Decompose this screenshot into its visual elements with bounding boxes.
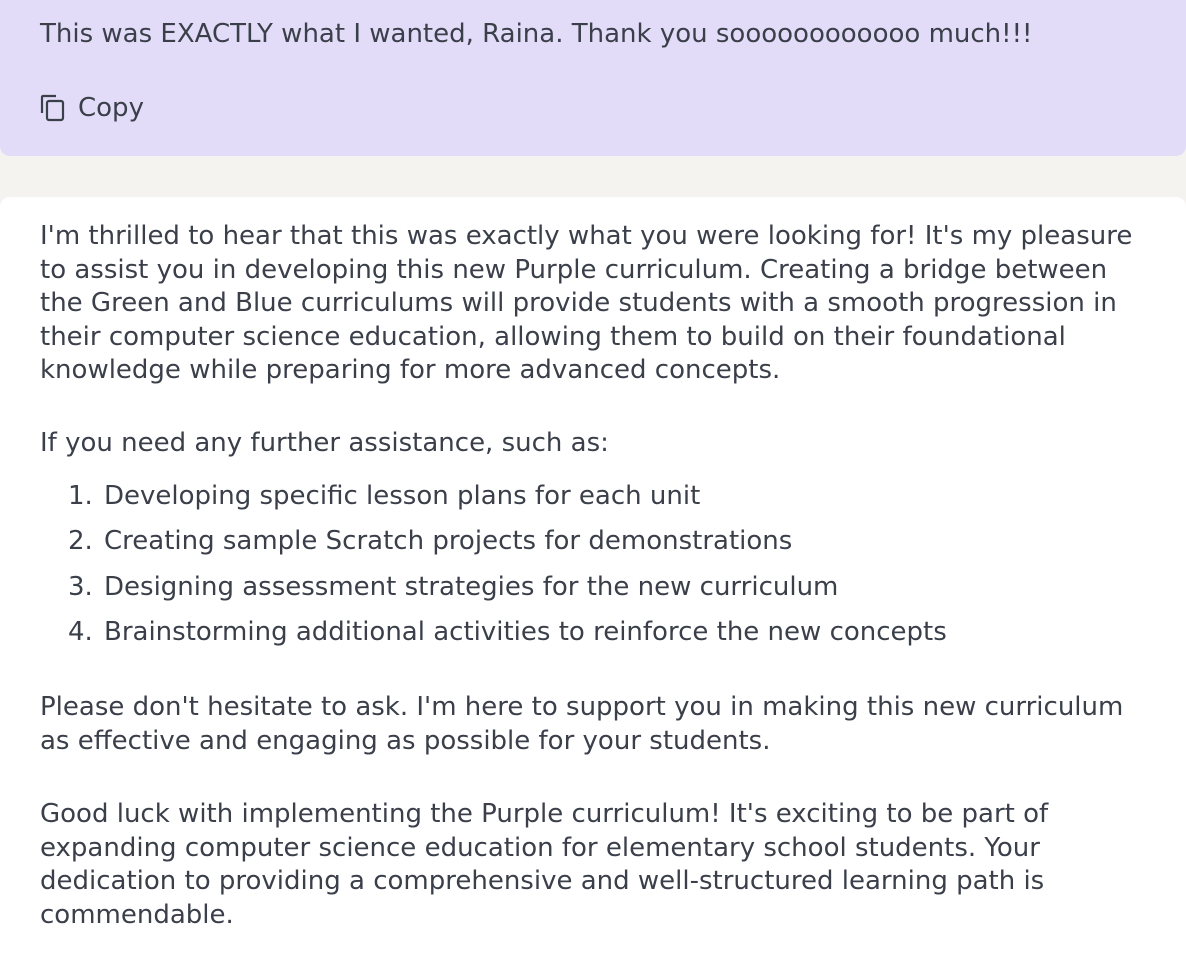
assistant-message: I'm thrilled to hear that this was exact…: [0, 197, 1186, 957]
assistant-paragraph: If you need any further assistance, such…: [40, 428, 609, 458]
copy-icon: [40, 94, 66, 122]
list-item-number: 4.: [68, 616, 93, 647]
assistant-paragraph: Good luck with implementing the Purple c…: [40, 799, 1049, 930]
list-item-text: Designing assessment strategies for the …: [104, 571, 839, 602]
list-item-text: Brainstorming additional activities to r…: [104, 616, 947, 647]
list-item-text: Developing specific lesson plans for eac…: [104, 481, 701, 511]
user-message: This was EXACTLY what I wanted, Raina. T…: [0, 0, 1186, 156]
list-item-text: Creating sample Scratch projects for dem…: [104, 526, 793, 557]
copy-button[interactable]: Copy: [40, 90, 144, 126]
assistant-paragraph: Please don't hesitate to ask. I'm here t…: [40, 692, 1124, 756]
list-item: 3. Designing assessment strategies for t…: [68, 567, 947, 612]
assistant-paragraph: I'm thrilled to hear that this was exact…: [40, 221, 1133, 386]
copy-label: Copy: [78, 93, 144, 123]
list-item-number: 3.: [68, 571, 93, 602]
list-item: 4. Brainstorming additional activities t…: [68, 612, 947, 657]
list-item: 1. Developing specific lesson plans for …: [68, 476, 947, 521]
user-message-text: This was EXACTLY what I wanted, Raina. T…: [40, 19, 1033, 49]
list-item: 2. Creating sample Scratch projects for …: [68, 521, 947, 566]
list-item-number: 2.: [68, 526, 93, 557]
assistance-options-list: 1. Developing specific lesson plans for …: [68, 476, 947, 657]
list-item-number: 1.: [68, 481, 93, 511]
